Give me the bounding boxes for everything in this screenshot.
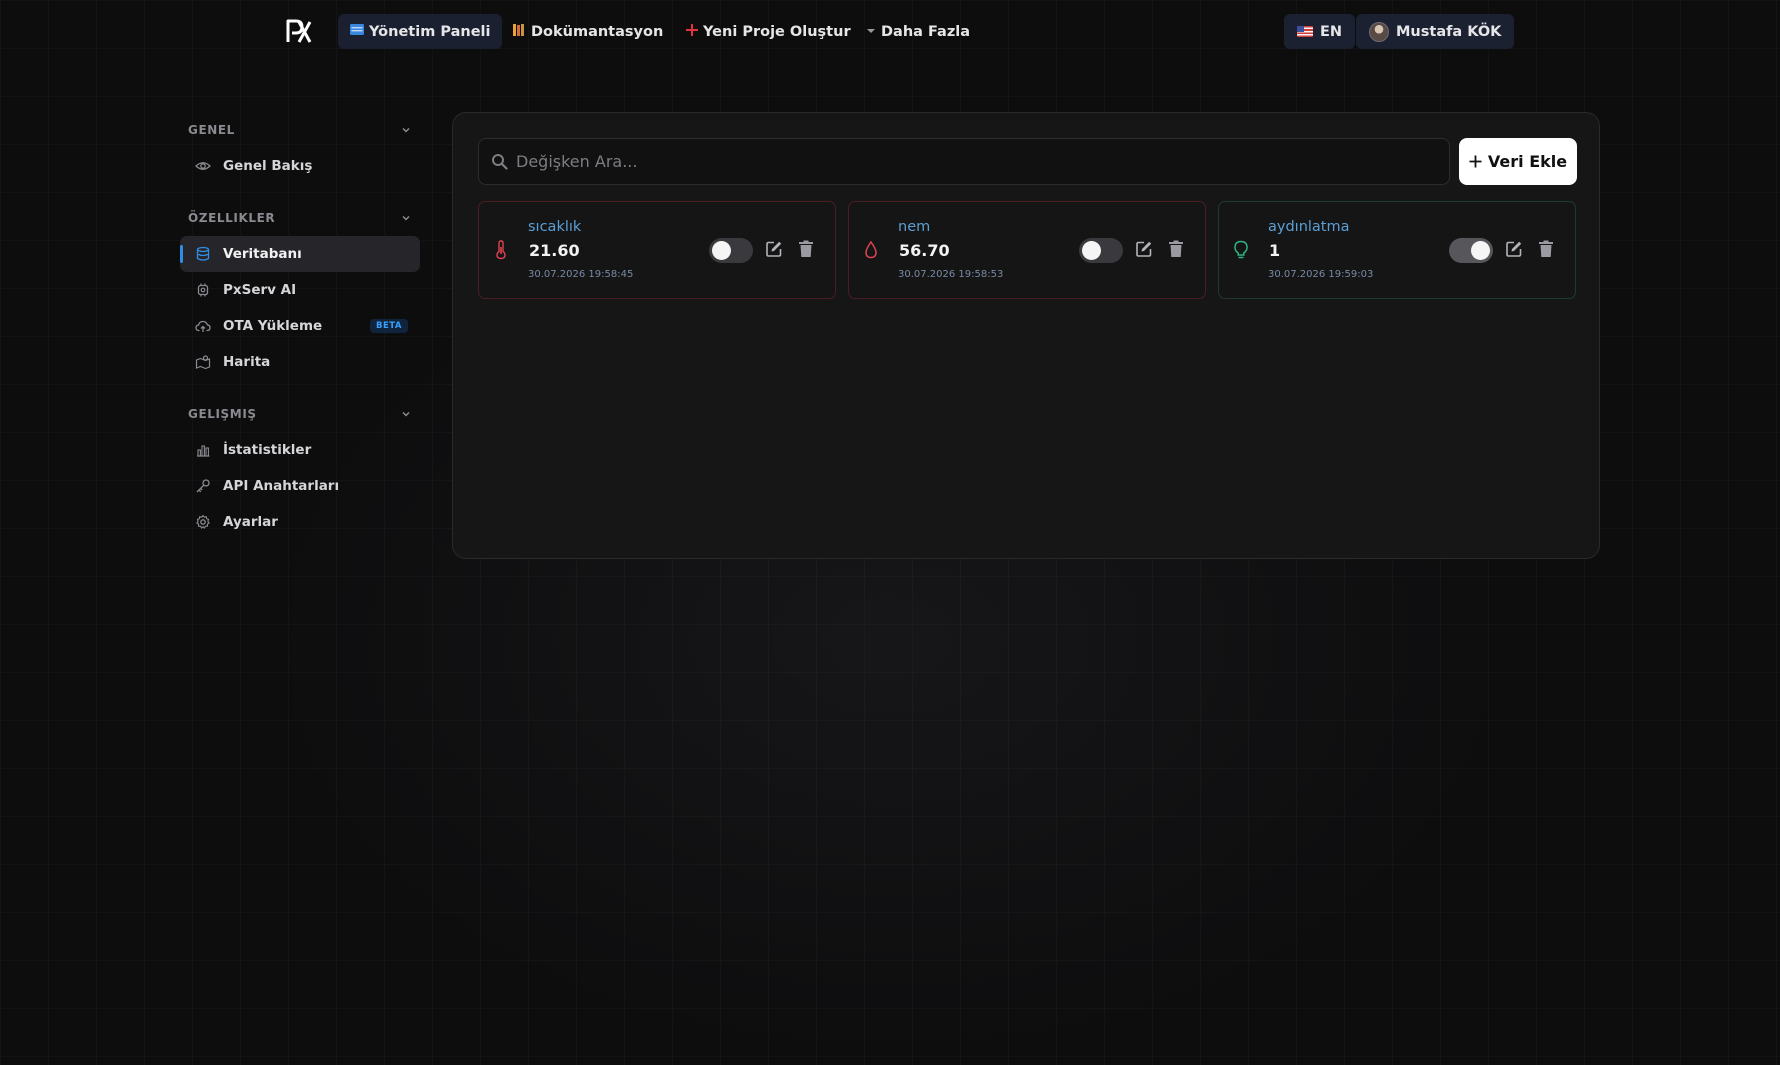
edit-icon[interactable]: [1133, 238, 1155, 260]
variable-value: 1: [1269, 241, 1281, 260]
sidebar-item-statistics[interactable]: İstatistikler: [180, 432, 420, 468]
chevron-down-icon: [402, 127, 410, 133]
sidebar-item-label: API Anahtarları: [223, 478, 340, 494]
trash-icon[interactable]: [1165, 238, 1187, 260]
variable-name: aydınlatma: [1268, 219, 1350, 235]
variable-name: sıcaklık: [528, 219, 582, 235]
nav-new-project[interactable]: Yeni Proje Oluştur: [674, 14, 863, 49]
avatar: [1369, 21, 1389, 42]
section-gelismis-header[interactable]: GELIŞMIŞ: [188, 404, 412, 424]
add-data-button[interactable]: Veri Ekle: [1459, 138, 1577, 185]
database-icon: [196, 246, 210, 261]
top-navbar: Yönetim Paneli Dokümantasyon Yeni Proje …: [0, 0, 1780, 64]
sidebar-item-label: Ayarlar: [223, 514, 278, 530]
variable-value: 21.60: [529, 241, 580, 260]
sidebar-item-overview[interactable]: Genel Bakış: [180, 148, 420, 184]
trash-icon[interactable]: [1535, 238, 1557, 260]
eye-icon: [195, 162, 211, 170]
search-input[interactable]: [516, 152, 1416, 171]
nav-documentation[interactable]: Dokümantasyon: [500, 14, 675, 49]
variable-toggle[interactable]: [709, 238, 753, 263]
chevron-down-icon: [402, 411, 410, 417]
nav-more-label: Daha Fazla: [881, 23, 971, 40]
dashboard-icon: [350, 24, 364, 39]
bar-chart-icon: [197, 445, 210, 457]
sidebar-item-ota-upload[interactable]: OTA Yükleme BETA: [180, 308, 420, 344]
variable-card-sicaklik: sıcaklık 21.60 30.07.2026 19:58:45: [478, 201, 836, 299]
section-title: ÖZELLIKLER: [188, 211, 276, 225]
sidebar-item-label: PxServ AI: [223, 282, 297, 298]
variable-toggle[interactable]: [1079, 238, 1123, 263]
chevron-down-icon: [402, 215, 410, 221]
key-icon: [196, 479, 210, 493]
edit-icon[interactable]: [1503, 238, 1525, 260]
add-data-label: Veri Ekle: [1487, 152, 1568, 171]
thermometer-icon: [496, 240, 506, 260]
droplet-icon: [865, 240, 877, 259]
sidebar-item-label: Veritabanı: [223, 246, 302, 262]
map-icon: [195, 355, 211, 370]
plus-icon: [1469, 155, 1482, 168]
variable-timestamp: 30.07.2026 19:58:45: [528, 269, 634, 280]
caret-down-icon: [866, 24, 876, 39]
nav-documentation-label: Dokümantasyon: [531, 23, 664, 40]
user-name: Mustafa KÖK: [1396, 23, 1502, 40]
variable-card-nem: nem 56.70 30.07.2026 19:58:53: [848, 201, 1206, 299]
search-icon: [492, 154, 508, 170]
nav-dashboard[interactable]: Yönetim Paneli: [338, 14, 503, 49]
sidebar-item-label: İstatistikler: [223, 442, 312, 458]
plus-icon: [686, 23, 698, 40]
us-flag-icon: [1297, 26, 1313, 37]
cloud-upload-icon: [195, 320, 211, 332]
nav-new-project-label: Yeni Proje Oluştur: [703, 23, 851, 40]
user-menu[interactable]: Mustafa KÖK: [1356, 14, 1515, 49]
variable-toggle[interactable]: [1449, 238, 1493, 263]
sidebar-item-label: Genel Bakış: [223, 158, 313, 174]
variables-panel: Veri Ekle sıcaklık 21.60 30.07.2026 19:5…: [452, 112, 1600, 559]
section-genel-header[interactable]: GENEL: [188, 120, 412, 140]
sidebar-item-settings[interactable]: Ayarlar: [180, 504, 420, 540]
ai-chip-icon: [197, 283, 209, 297]
section-ozellikler-header[interactable]: ÖZELLIKLER: [188, 208, 412, 228]
language-label: EN: [1320, 23, 1343, 40]
sidebar-item-map[interactable]: Harita: [180, 344, 420, 380]
sidebar-item-pxserv-ai[interactable]: PxServ AI: [180, 272, 420, 308]
language-selector[interactable]: EN: [1284, 14, 1356, 49]
nav-more-dropdown[interactable]: Daha Fazla: [854, 14, 982, 49]
px-logo[interactable]: [286, 18, 312, 44]
edit-icon[interactable]: [763, 238, 785, 260]
beta-badge: BETA: [369, 319, 408, 333]
sidebar-item-api-keys[interactable]: API Anahtarları: [180, 468, 420, 504]
section-title: GENEL: [188, 123, 235, 137]
books-icon: [512, 23, 526, 41]
sidebar-item-database[interactable]: Veritabanı: [180, 236, 420, 272]
variable-name: nem: [898, 219, 931, 235]
variable-card-aydinlatma: aydınlatma 1 30.07.2026 19:59:03: [1218, 201, 1576, 299]
sidebar-item-label: OTA Yükleme: [223, 318, 323, 334]
trash-icon[interactable]: [795, 238, 817, 260]
search-box[interactable]: [478, 138, 1450, 185]
nav-dashboard-label: Yönetim Paneli: [369, 23, 491, 40]
sidebar-item-label: Harita: [223, 354, 271, 370]
variable-timestamp: 30.07.2026 19:59:03: [1268, 269, 1374, 280]
section-title: GELIŞMIŞ: [188, 407, 257, 421]
gear-icon: [196, 514, 210, 529]
variable-timestamp: 30.07.2026 19:58:53: [898, 269, 1004, 280]
lightbulb-icon: [1234, 240, 1248, 259]
variable-value: 56.70: [899, 241, 950, 260]
